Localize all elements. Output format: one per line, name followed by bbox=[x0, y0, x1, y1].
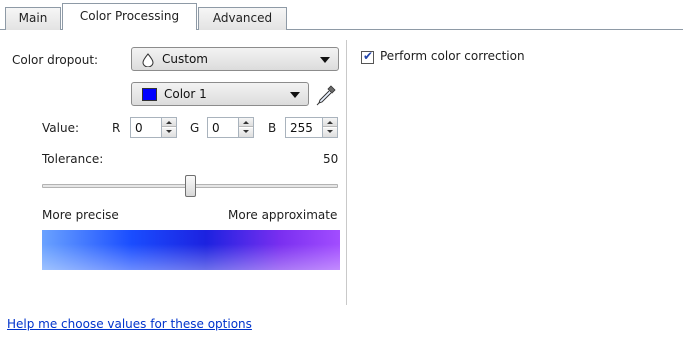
tolerance-value: 50 bbox=[323, 152, 339, 166]
b-label: B bbox=[268, 121, 277, 135]
color-select[interactable]: Color 1 bbox=[131, 82, 309, 106]
help-link[interactable]: Help me choose values for these options bbox=[7, 317, 252, 331]
b-spinner[interactable]: 255 bbox=[285, 117, 338, 138]
spin-up-button[interactable] bbox=[239, 118, 253, 127]
r-spinner[interactable]: 0 bbox=[130, 117, 177, 138]
spin-up-button[interactable] bbox=[162, 118, 176, 127]
chevron-down-icon bbox=[290, 92, 300, 98]
chevron-down-icon bbox=[320, 57, 330, 63]
spin-down-button[interactable] bbox=[239, 128, 253, 137]
g-value: 0 bbox=[212, 121, 220, 135]
color-correction-checkbox[interactable]: ✔ bbox=[361, 49, 374, 64]
value-label: Value: bbox=[42, 121, 79, 135]
spin-up-button[interactable] bbox=[323, 118, 337, 127]
b-spinner-buttons bbox=[322, 118, 337, 137]
tolerance-color-gradient bbox=[42, 230, 340, 270]
r-spinner-buttons bbox=[161, 118, 176, 137]
color-dropout-select[interactable]: Custom bbox=[131, 47, 339, 71]
spin-down-button[interactable] bbox=[323, 128, 337, 137]
more-precise-label: More precise bbox=[42, 208, 119, 222]
color-dropout-label: Color dropout: bbox=[12, 53, 99, 67]
color-correction-label[interactable]: Perform color correction bbox=[380, 49, 525, 63]
tab-main[interactable]: Main bbox=[5, 7, 61, 30]
b-value: 255 bbox=[290, 121, 313, 135]
r-value: 0 bbox=[135, 121, 143, 135]
droplet-icon bbox=[142, 53, 154, 67]
r-label: R bbox=[112, 121, 121, 135]
more-approximate-label: More approximate bbox=[228, 208, 338, 222]
tolerance-slider-thumb[interactable] bbox=[185, 175, 196, 197]
spin-down-button[interactable] bbox=[162, 128, 176, 137]
g-spinner[interactable]: 0 bbox=[207, 117, 254, 138]
tolerance-label: Tolerance: bbox=[42, 152, 104, 166]
color-dropout-value: Custom bbox=[162, 52, 208, 66]
eyedropper-icon[interactable] bbox=[314, 83, 338, 107]
panel-divider bbox=[346, 40, 347, 305]
checkmark-icon: ✔ bbox=[363, 49, 374, 63]
tab-advanced[interactable]: Advanced bbox=[198, 7, 287, 30]
tab-strip: Main Color Processing Advanced bbox=[0, 0, 683, 30]
color-select-value: Color 1 bbox=[164, 87, 207, 101]
color-swatch bbox=[142, 88, 157, 101]
g-spinner-buttons bbox=[238, 118, 253, 137]
tab-color-processing[interactable]: Color Processing bbox=[62, 3, 197, 30]
g-label: G bbox=[190, 121, 200, 135]
